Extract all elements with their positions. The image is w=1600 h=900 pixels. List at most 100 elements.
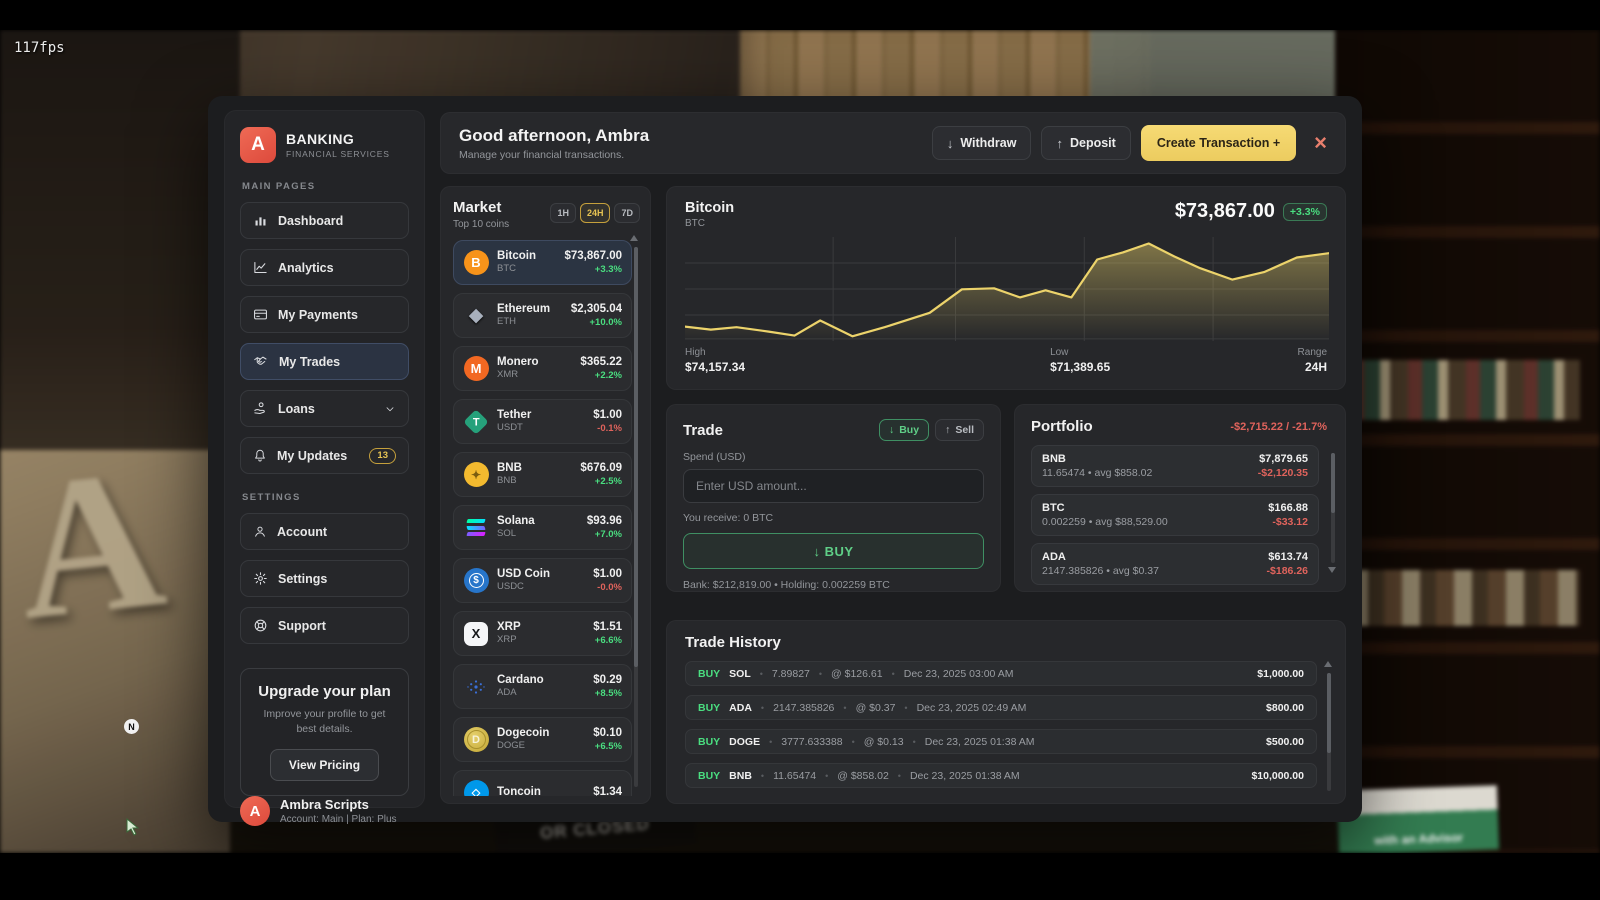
line-chart-icon (253, 260, 268, 275)
scrollbar-up-arrow[interactable] (630, 235, 638, 241)
history-qty: 11.65474 (773, 770, 816, 782)
sidebar-item-loans[interactable]: Loans (240, 390, 409, 427)
portfolio-item-ada[interactable]: ADA 2147.385826 • avg $0.37 $613.74 -$18… (1031, 543, 1319, 585)
coin-symbol: ADA (497, 688, 544, 699)
ethereum-coin-icon: ◆ (463, 303, 489, 329)
sidebar-item-my-trades[interactable]: My Trades (240, 343, 409, 380)
dogecoin-coin-icon: D (463, 727, 489, 753)
buy-button[interactable]: ↓ BUY (683, 533, 984, 569)
coin-price: $73,867.00 (564, 250, 622, 264)
portfolio-summary: -$2,715.22 / -21.7% (1230, 421, 1327, 433)
deposit-button[interactable]: ↑ Deposit (1041, 126, 1130, 160)
history-side: BUY (698, 702, 720, 714)
coin-row-tether[interactable]: TTether USDT$1.00 -0.1% (453, 399, 632, 444)
coin-symbol: DOGE (497, 741, 549, 752)
background-books-row (1350, 570, 1580, 626)
coin-row-monero[interactable]: MMonero XMR$365.22 +2.2% (453, 346, 632, 391)
sell-toggle[interactable]: ↑Sell (935, 419, 984, 441)
sidebar-item-analytics[interactable]: Analytics (240, 249, 409, 286)
coin-row-cardano[interactable]: Cardano ADA$0.29 +8.5% (453, 664, 632, 709)
coin-price: $365.22 (580, 356, 622, 370)
market-panel: Market Top 10 coins 1H24H7D BBitcoin BTC… (440, 186, 651, 804)
coin-row-toncoin[interactable]: ◇Toncoin $1.34 (453, 770, 632, 796)
coin-row-usd-coin[interactable]: $USD Coin USDC$1.00 -0.0% (453, 558, 632, 603)
scrollbar-up-arrow[interactable] (1324, 661, 1332, 667)
price-chart (685, 237, 1329, 341)
down-arrow-icon: ↓ (889, 424, 894, 436)
create-transaction-button[interactable]: Create Transaction + (1141, 125, 1296, 161)
history-row-bnb[interactable]: BUY BNB • 11.65474 • @ $858.02 • Dec 23,… (685, 763, 1317, 788)
coin-list: BBitcoin BTC$73,867.00 +3.3%◆Ethereum ET… (453, 240, 640, 796)
history-date: Dec 23, 2025 01:38 AM (910, 770, 1020, 782)
sidebar-item-my-updates[interactable]: My Updates13 (240, 437, 409, 474)
portfolio-item-btc[interactable]: BTC 0.002259 • avg $88,529.00 $166.88 -$… (1031, 494, 1319, 536)
buy-toggle[interactable]: ↓Buy (879, 419, 929, 441)
coin-symbol: BTC (497, 264, 536, 275)
history-date: Dec 23, 2025 02:49 AM (917, 702, 1027, 714)
coin-row-dogecoin[interactable]: DDogecoin DOGE$0.10 +6.5% (453, 717, 632, 762)
portfolio-scrollbar[interactable] (1331, 453, 1335, 563)
chart-coin-symbol: BTC (685, 218, 734, 229)
history-row-ada[interactable]: BUY ADA • 2147.385826 • @ $0.37 • Dec 23… (685, 695, 1317, 720)
sidebar-item-label: My Payments (278, 308, 358, 322)
banking-window: A BANKING FINANCIAL SERVICES MAIN PAGES … (208, 96, 1362, 822)
sidebar-item-account[interactable]: Account (240, 513, 409, 550)
background-left-shelf (0, 30, 240, 450)
range-button-1h[interactable]: 1H (550, 203, 576, 223)
history-date: Dec 23, 2025 01:38 AM (925, 736, 1035, 748)
sidebar-item-my-payments[interactable]: My Payments (240, 296, 409, 333)
sidebar: A BANKING FINANCIAL SERVICES MAIN PAGES … (224, 110, 425, 808)
user-icon (253, 524, 267, 539)
usd-amount-input[interactable] (683, 469, 984, 503)
coin-symbol: XRP (497, 635, 521, 646)
history-row-doge[interactable]: BUY DOGE • 3777.633388 • @ $0.13 • Dec 2… (685, 729, 1317, 754)
coin-row-solana[interactable]: Solana SOL$93.96 +7.0% (453, 505, 632, 550)
coin-name: Cardano (497, 674, 544, 687)
market-scrollbar[interactable] (634, 247, 638, 787)
history-side: BUY (698, 668, 720, 680)
receive-text: You receive: 0 BTC (683, 512, 984, 524)
history-symbol: DOGE (729, 736, 760, 748)
history-symbol: ADA (729, 702, 752, 714)
portfolio-item-bnb[interactable]: BNB 11.65474 • avg $858.02 $7,879.65 -$2… (1031, 445, 1319, 487)
sidebar-item-label: Analytics (278, 261, 334, 275)
sidebar-item-dashboard[interactable]: Dashboard (240, 202, 409, 239)
market-subtitle: Top 10 coins (453, 219, 509, 230)
background-stone-letter: A (6, 423, 174, 666)
up-arrow-icon: ↑ (945, 424, 950, 436)
chart-low: Low $71,389.65 (1050, 347, 1110, 374)
portfolio-symbol: ADA (1042, 551, 1159, 563)
coin-name: XRP (497, 621, 521, 634)
coin-symbol: USDT (497, 423, 531, 434)
sidebar-item-settings[interactable]: Settings (240, 560, 409, 597)
history-row-sol[interactable]: BUY SOL • 7.89827 • @ $126.61 • Dec 23, … (685, 661, 1317, 686)
history-scrollbar[interactable] (1327, 673, 1331, 791)
sidebar-section-label: MAIN PAGES (242, 181, 407, 192)
coin-row-bitcoin[interactable]: BBitcoin BTC$73,867.00 +3.3% (453, 240, 632, 285)
scrollbar-down-arrow[interactable] (1328, 567, 1336, 573)
usdc-coin-icon: $ (463, 568, 489, 594)
chart-coin-name: Bitcoin (685, 200, 734, 216)
withdraw-button[interactable]: ↓ Withdraw (932, 126, 1032, 160)
range-button-7d[interactable]: 7D (614, 203, 640, 223)
page-subtitle: Manage your financial transactions. (459, 149, 649, 161)
sidebar-item-support[interactable]: Support (240, 607, 409, 644)
coin-row-xrp[interactable]: XXRP XRP$1.51 +6.6% (453, 611, 632, 656)
coin-symbol: ETH (497, 317, 550, 328)
view-pricing-button[interactable]: View Pricing (270, 749, 379, 781)
letterbox-top (0, 0, 1600, 30)
hand-coin-icon (253, 401, 268, 416)
handshake-icon (253, 354, 269, 369)
coin-row-ethereum[interactable]: ◆Ethereum ETH$2,305.04 +10.0% (453, 293, 632, 338)
account-name: Ambra Scripts (280, 797, 397, 812)
coin-price: $93.96 (587, 515, 622, 529)
close-icon[interactable]: × (1314, 132, 1327, 154)
down-arrow-icon: ↓ (947, 136, 954, 151)
sidebar-item-label: Support (278, 619, 326, 633)
trade-history-panel: Trade History BUY SOL • 7.89827 • @ $126… (666, 620, 1346, 804)
history-qty: 2147.385826 (773, 702, 834, 714)
range-button-24h[interactable]: 24H (580, 203, 611, 223)
coin-name: Bitcoin (497, 250, 536, 263)
coin-name: Ethereum (497, 303, 550, 316)
coin-row-bnb[interactable]: ✦BNB BNB$676.09 +2.5% (453, 452, 632, 497)
